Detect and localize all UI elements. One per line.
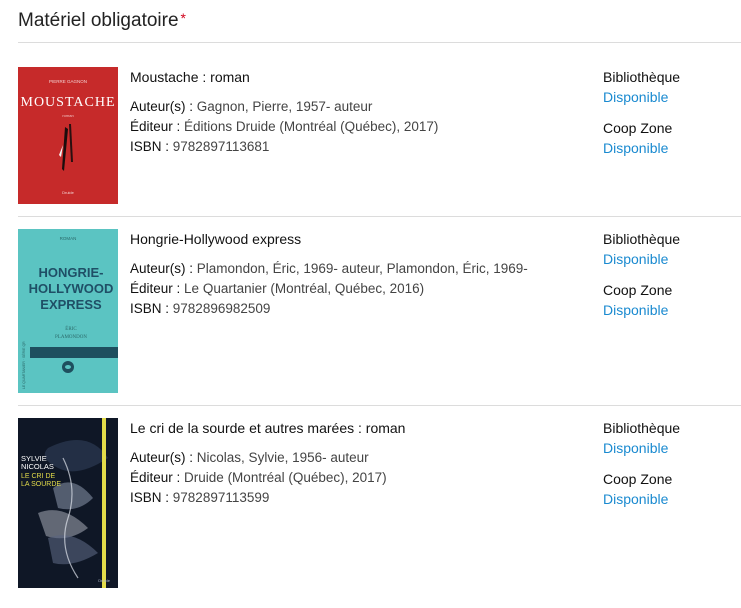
author-label: Auteur(s) :: [130, 261, 194, 276]
location-library: Bibliothèque: [603, 231, 681, 247]
book-title: Hongrie-Hollywood express: [130, 231, 302, 247]
book-title: Le cri de la sourde et autres marées : r…: [130, 420, 406, 436]
isbn-label: ISBN :: [130, 139, 170, 154]
publisher-row: Éditeur : Le Quartanier (Montréal, Québe…: [130, 279, 580, 299]
cover-author-line: PLAMONDON: [55, 335, 87, 340]
location-coop-zone: Coop Zone: [603, 120, 673, 136]
isbn-value: 9782896982509: [172, 301, 271, 316]
book-cover[interactable]: ROMAN HONGRIE- HOLLYWOOD EXPRESS ÉRIC PL…: [18, 229, 118, 393]
publisher-label: Éditeur :: [130, 281, 181, 296]
cover-image-le-cri: SYLVIE NICOLAS LE CRI DE LA SOURDE Druid…: [18, 418, 118, 588]
book-info: Hongrie-Hollywood express Auteur(s) : Pl…: [130, 229, 580, 319]
cover-image-hongrie: ROMAN HONGRIE- HOLLYWOOD EXPRESS ÉRIC PL…: [18, 229, 118, 393]
cover-top-text: ROMAN: [60, 236, 77, 241]
publisher-label: Éditeur :: [130, 470, 181, 485]
isbn-row: ISBN : 9782897113681: [130, 137, 580, 157]
divider: [18, 405, 741, 406]
availability: Bibliothèque Disponible Coop Zone Dispon…: [603, 418, 680, 509]
cover-author-line: ÉRIC: [65, 326, 77, 332]
isbn-value: 9782897113599: [172, 490, 270, 505]
status-link-coop-zone[interactable]: Disponible: [603, 138, 680, 158]
availability: Bibliothèque Disponible Coop Zone Dispon…: [603, 67, 680, 158]
book-cover[interactable]: PIERRE GAGNON MOUSTACHE roman Druide: [18, 67, 118, 204]
cover-image-moustache: PIERRE GAGNON MOUSTACHE roman Druide: [18, 67, 118, 204]
required-asterisk: *: [180, 10, 186, 26]
author-value: Plamondon, Éric, 1969- auteur, Plamondon…: [196, 261, 528, 276]
cover-title-line: EXPRESS: [40, 297, 102, 312]
isbn-row: ISBN : 9782897113599: [130, 488, 580, 508]
cover-top-text: PIERRE GAGNON: [49, 79, 87, 84]
publisher-row: Éditeur : Éditions Druide (Montréal (Qué…: [130, 117, 580, 137]
cover-main-text: MOUSTACHE: [21, 95, 116, 110]
divider: [18, 42, 741, 43]
author-label: Auteur(s) :: [130, 450, 194, 465]
book-title: Moustache : roman: [130, 69, 250, 85]
location-library: Bibliothèque: [603, 420, 681, 436]
cover-footer-text: Druide: [62, 190, 75, 195]
cover-spine-text: LE QUARTANIER · SÉRIE QR: [21, 341, 26, 389]
status-link-coop-zone[interactable]: Disponible: [603, 489, 680, 509]
publisher-value: Druide (Montréal (Québec), 2017): [184, 470, 387, 485]
required-materials: Matériel obligatoire * PIERRE GAGNON MOUS…: [0, 0, 741, 608]
location-library: Bibliothèque: [603, 69, 681, 85]
section-title: Matériel obligatoire *: [18, 10, 186, 32]
section-title-text: Matériel obligatoire: [18, 10, 179, 31]
publisher-row: Éditeur : Druide (Montréal (Québec), 201…: [130, 468, 580, 488]
cover-title-line: HONGRIE-: [39, 265, 104, 280]
cover-author-line: NICOLAS: [21, 462, 54, 471]
cover-sub-text: roman: [62, 113, 73, 118]
cover-footer-text: Druide: [98, 578, 111, 583]
isbn-label: ISBN :: [130, 490, 170, 505]
cover-title-line: LE CRI DE: [21, 473, 56, 480]
publisher-value: Le Quartanier (Montréal, Québec, 2016): [184, 281, 425, 296]
location-coop-zone: Coop Zone: [603, 282, 673, 298]
publisher-value: Éditions Druide (Montréal (Québec), 2017…: [184, 119, 439, 134]
author-row: Auteur(s) : Nicolas, Sylvie, 1956- auteu…: [130, 448, 580, 468]
status-link-library[interactable]: Disponible: [603, 438, 680, 458]
availability: Bibliothèque Disponible Coop Zone Dispon…: [603, 229, 680, 320]
author-value: Nicolas, Sylvie, 1956- auteur: [196, 450, 369, 465]
author-row: Auteur(s) : Gagnon, Pierre, 1957- auteur: [130, 97, 580, 117]
status-link-coop-zone[interactable]: Disponible: [603, 300, 680, 320]
cover-title-line: HOLLYWOOD: [29, 281, 114, 296]
author-label: Auteur(s) :: [130, 99, 194, 114]
isbn-label: ISBN :: [130, 301, 170, 316]
cover-title-line: LA SOURDE: [21, 481, 61, 488]
location-coop-zone: Coop Zone: [603, 471, 673, 487]
divider: [18, 216, 741, 217]
isbn-value: 9782897113681: [172, 139, 270, 154]
book-cover[interactable]: SYLVIE NICOLAS LE CRI DE LA SOURDE Druid…: [18, 418, 118, 588]
isbn-row: ISBN : 9782896982509: [130, 299, 580, 319]
author-value: Gagnon, Pierre, 1957- auteur: [196, 99, 373, 114]
publisher-label: Éditeur :: [130, 119, 181, 134]
book-info: Le cri de la sourde et autres marées : r…: [130, 418, 580, 508]
status-link-library[interactable]: Disponible: [603, 249, 680, 269]
status-link-library[interactable]: Disponible: [603, 87, 680, 107]
author-row: Auteur(s) : Plamondon, Éric, 1969- auteu…: [130, 259, 580, 279]
book-info: Moustache : roman Auteur(s) : Gagnon, Pi…: [130, 67, 580, 157]
